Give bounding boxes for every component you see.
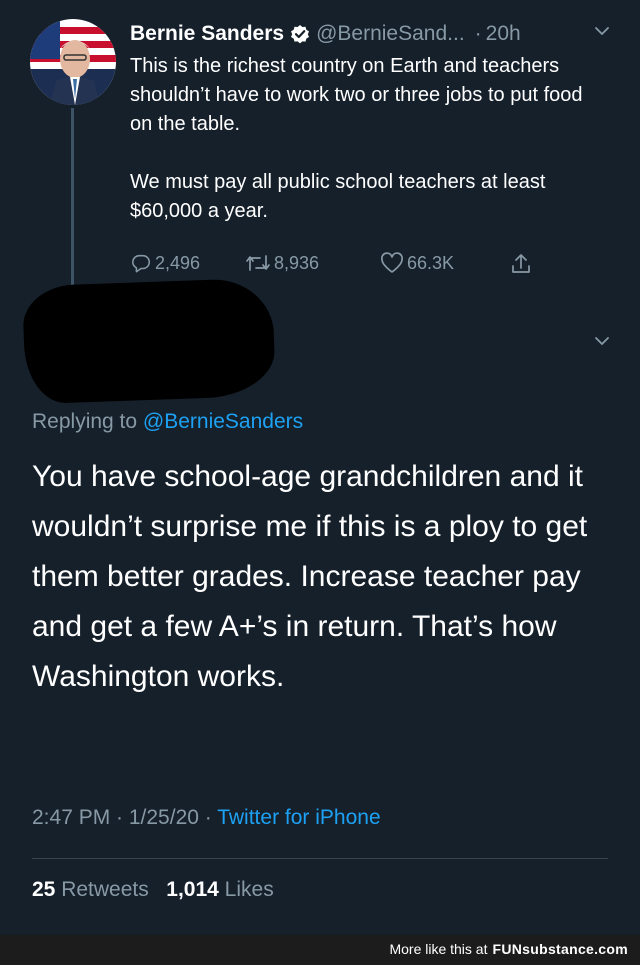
likes-stat[interactable]: 1,014 Likes xyxy=(166,878,273,901)
redacted-avatar xyxy=(40,300,240,390)
share-button[interactable] xyxy=(510,252,535,276)
chevron-down-icon[interactable] xyxy=(594,334,610,352)
like-count: 66.3K xyxy=(407,252,455,273)
avatar[interactable] xyxy=(30,19,116,105)
watermark-brand: FUNsubstance.com xyxy=(492,941,628,957)
replying-mention-link[interactable]: @BernieSanders xyxy=(143,410,303,433)
watermark-prefix: More like this at xyxy=(389,941,488,957)
like-button[interactable]: 66.3K xyxy=(380,252,454,274)
replying-to: Replying to @BernieSanders xyxy=(32,410,303,434)
separator-dot: · xyxy=(474,22,482,45)
retweet-icon xyxy=(246,255,270,271)
author-name[interactable]: Bernie Sanders xyxy=(130,22,284,46)
retweet-count: 8,936 xyxy=(274,252,320,273)
tweet-time[interactable]: 20h xyxy=(486,22,521,46)
reply-count: 2,496 xyxy=(155,252,201,273)
reply-timestamp: 2:47 PM · 1/25/20 · xyxy=(32,806,218,829)
watermark-footer: More like this at FUNsubstance.com xyxy=(0,935,640,965)
likes-count: 1,014 xyxy=(166,878,219,901)
reply-button[interactable]: 2,496 xyxy=(130,252,200,274)
reply-meta: 2:47 PM · 1/25/20 · Twitter for iPhone xyxy=(32,806,381,830)
heart-icon xyxy=(381,252,403,273)
tweet-header: Bernie Sanders @BernieSand... · 20h xyxy=(130,18,521,50)
divider xyxy=(32,858,608,859)
tweet-paragraph: This is the richest country on Earth and… xyxy=(130,55,583,135)
source-link[interactable]: Twitter for iPhone xyxy=(217,806,380,829)
chevron-down-icon[interactable] xyxy=(594,24,610,42)
reply-icon xyxy=(132,254,151,273)
retweets-stat[interactable]: 25 Retweets xyxy=(32,878,149,901)
retweet-button[interactable]: 8,936 xyxy=(245,252,319,274)
watermark-text: More like this at FUNsubstance.com xyxy=(389,941,628,957)
likes-label: Likes xyxy=(224,878,274,901)
reply-body: You have school-age grandchildren and it… xyxy=(32,460,588,693)
reply-stats: 25 Retweets 1,014 Likes xyxy=(32,878,274,902)
verified-badge-icon xyxy=(290,24,310,44)
avatar-image xyxy=(30,19,116,105)
share-icon xyxy=(512,254,530,273)
tweet-body: This is the richest country on Earth and… xyxy=(130,52,590,226)
retweets-label: Retweets xyxy=(61,878,149,901)
thread-line xyxy=(71,108,74,288)
tweet-paragraph: We must pay all public school teachers a… xyxy=(130,171,546,222)
author-handle[interactable]: @BernieSand... xyxy=(316,22,465,46)
retweets-count: 25 xyxy=(32,878,56,901)
replying-prefix: Replying to xyxy=(32,410,138,433)
